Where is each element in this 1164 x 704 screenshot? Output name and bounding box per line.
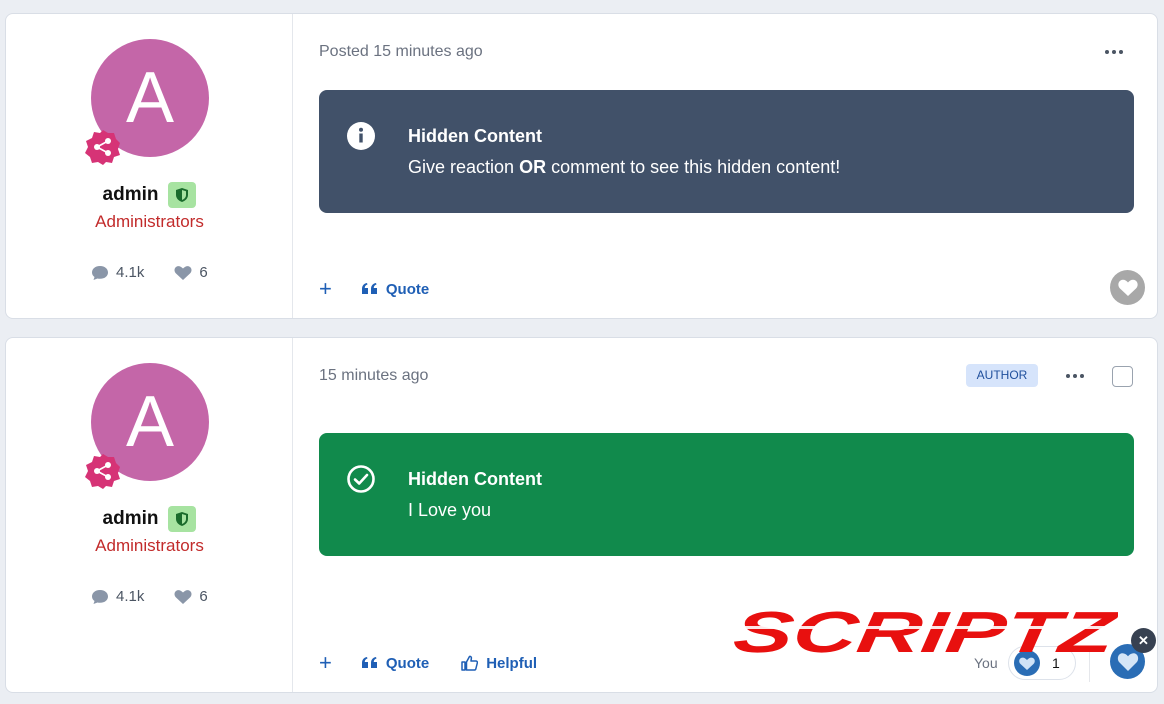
comment-count-value: 4.1k [116, 264, 145, 281]
check-circle-icon [347, 465, 375, 493]
hidden-content-text: Give reaction OR comment to see this hid… [408, 157, 841, 177]
hidden-content-box: Hidden Content I Love you [319, 433, 1134, 556]
shield-icon [168, 506, 197, 532]
heart-icon [1117, 279, 1138, 296]
author-name[interactable]: admin [103, 184, 159, 206]
close-icon[interactable]: ✕ [1131, 628, 1156, 653]
comment-count-value: 4.1k [116, 588, 145, 605]
author-group: Administrators [95, 536, 204, 555]
comment-count: 4.1k [91, 264, 144, 281]
hidden-content-text: I Love you [408, 500, 492, 520]
heart-icon [174, 265, 192, 280]
rank-badge-icon [85, 130, 120, 165]
like-count: 6 [174, 264, 208, 281]
add-button[interactable]: + [319, 276, 332, 302]
author-panel: A admin Administrators 4.1k 6 [6, 14, 293, 318]
more-options-button[interactable] [1063, 368, 1087, 384]
post-time[interactable]: 15 minutes ago [319, 367, 428, 385]
hidden-content-box: Hidden Content Give reaction OR comment … [319, 90, 1134, 213]
thumbs-up-icon [461, 655, 479, 671]
author-name[interactable]: admin [103, 508, 159, 530]
quote-icon [361, 283, 377, 294]
add-button[interactable]: + [319, 650, 332, 676]
react-button[interactable] [1110, 270, 1145, 305]
comment-icon [92, 265, 108, 280]
like-count-value: 6 [199, 264, 208, 281]
like-count: 6 [174, 588, 208, 605]
post-card: A admin Administrators 4.1k 6 [5, 13, 1158, 319]
hidden-content-title: Hidden Content [408, 469, 542, 489]
author-badge: AUTHOR [966, 364, 1038, 387]
post-time[interactable]: Posted 15 minutes ago [319, 43, 483, 61]
quote-button[interactable]: Quote [361, 655, 429, 672]
more-options-button[interactable] [1102, 44, 1126, 60]
quote-icon [361, 657, 377, 668]
author-group: Administrators [95, 212, 204, 231]
comment-count: 4.1k [91, 588, 144, 605]
select-checkbox[interactable] [1112, 366, 1133, 387]
scriptz-watermark-logo: SCRIPTZ [730, 606, 1118, 658]
helpful-button[interactable]: Helpful [461, 655, 537, 672]
author-panel: A admin Administrators 4.1k 6 [6, 338, 293, 692]
like-count-value: 6 [199, 588, 208, 605]
post-content: Posted 15 minutes ago Hidden Content Giv… [294, 14, 1157, 318]
heart-icon [174, 589, 192, 604]
info-icon [347, 122, 375, 150]
comment-icon [92, 589, 108, 604]
quote-button[interactable]: Quote [361, 281, 429, 298]
hidden-content-title: Hidden Content [408, 126, 542, 146]
svg-text:SCRIPTZ: SCRIPTZ [730, 606, 1118, 658]
shield-icon [168, 182, 197, 208]
rank-badge-icon [85, 454, 120, 489]
heart-icon [1117, 652, 1138, 671]
